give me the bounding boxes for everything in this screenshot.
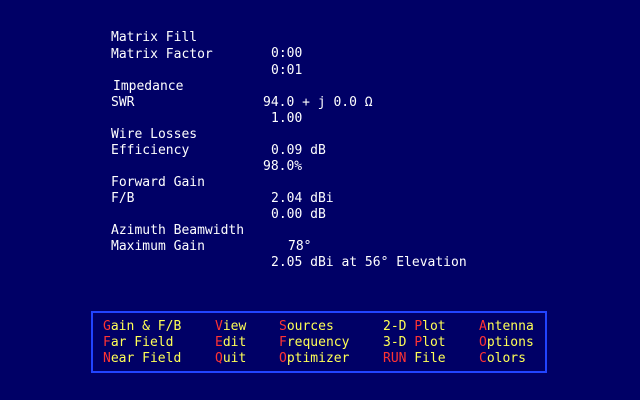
menu-item-run-file[interactable]: RUN File (383, 351, 446, 367)
result-value: 0:01 (271, 63, 303, 78)
menu-item-2d-plot[interactable]: 2-D Plot (383, 319, 446, 335)
hotkey: Q (215, 351, 223, 366)
result-value: 1.00 (271, 111, 303, 126)
menu-item-label: ptions (486, 335, 534, 350)
result-row-front-back: F/B 0.00 dB (0, 175, 326, 222)
menu-item-view[interactable]: View (215, 319, 246, 335)
result-label: Matrix Factor (111, 47, 213, 62)
menu-item-label: requency (286, 335, 350, 350)
menu-item-near-field[interactable]: Near Field (103, 351, 181, 367)
menu-item-edit[interactable]: Edit (215, 335, 246, 351)
hotkey: N (103, 351, 111, 366)
result-label: Maximum Gain (111, 239, 205, 254)
menu-item-label: ptimizer (286, 351, 350, 366)
hotkey: F (103, 335, 111, 350)
hotkey: A (479, 319, 487, 334)
result-row-matrix-factor: Matrix Factor 0:01 (0, 31, 302, 78)
result-label: Wire Losses (111, 127, 198, 142)
menu-item-label: dit (222, 335, 247, 350)
result-row-efficiency: Efficiency 98.0% (0, 127, 302, 174)
menu-item-label: iew (222, 319, 247, 334)
result-row-maximum-gain: Maximum Gain 2.05 dBi at 56° Elevation (0, 223, 467, 270)
hotkey: V (215, 319, 223, 334)
menu-item-sources[interactable]: Sources (279, 319, 334, 335)
menu-item-label: uit (222, 351, 247, 366)
hotkey: O (479, 335, 487, 350)
result-value: 0.00 dB (271, 207, 326, 222)
result-value: 0.09 dB (271, 143, 326, 158)
result-label: Matrix Fill (111, 30, 198, 45)
menu-item-label: olors (486, 351, 526, 366)
menu-item-3d-plot[interactable]: 3-D Plot (383, 335, 446, 351)
menu-item-frequency[interactable]: Frequency (279, 335, 349, 351)
menu-item-label: lot (422, 335, 446, 350)
hotkey: RUN (383, 351, 407, 366)
result-label: Forward Gain (111, 175, 205, 190)
result-label: Impedance (113, 79, 184, 94)
menu-item-label: ources (286, 319, 334, 334)
hotkey: S (279, 319, 287, 334)
hotkey: P (414, 335, 423, 350)
result-value: 2.05 dBi at 56° Elevation (271, 255, 467, 270)
hotkey: G (103, 319, 111, 334)
result-row-wire-losses: Wire Losses 0.09 dB (0, 111, 326, 158)
menu-item-optimizer[interactable]: Optimizer (279, 351, 349, 367)
menu-item-antenna[interactable]: Antenna (479, 319, 534, 335)
result-value: 78° (288, 239, 312, 254)
menu-item-quit[interactable]: Quit (215, 351, 246, 367)
menu-item-prefix: 3-D (383, 335, 415, 350)
result-row-swr: SWR 1.00 (0, 79, 302, 126)
result-label: SWR (111, 95, 135, 110)
menu-item-label: ear Field (110, 351, 182, 366)
result-row-impedance: Impedance 94.0 + j 0.0 Ω (0, 63, 373, 110)
result-row-forward-gain: Forward Gain 2.04 dBi (0, 159, 334, 206)
hotkey: F (279, 335, 287, 350)
result-value: 94.0 + j 0.0 Ω (263, 95, 373, 110)
menu-item-label: lot (422, 319, 446, 334)
menu-item-label: ar Field (110, 335, 174, 350)
menu-item-gain-fb[interactable]: Gain & F/B (103, 319, 181, 335)
result-value: 2.04 dBi (271, 191, 334, 206)
menu-item-label: ntenna (486, 319, 534, 334)
result-value: 98.0% (263, 159, 303, 174)
result-row-azimuth-beamwidth: Azimuth Beamwidth 78° (0, 207, 311, 254)
hotkey: O (279, 351, 287, 366)
menu-item-prefix: 2-D (383, 319, 415, 334)
menu-item-label: File (406, 351, 446, 366)
result-label: F/B (111, 191, 135, 206)
hotkey: E (215, 335, 223, 350)
menu-item-colors[interactable]: Colors (479, 351, 526, 367)
result-row-matrix-fill: Matrix Fill 0:00 (0, 14, 302, 61)
menu-item-far-field[interactable]: Far Field (103, 335, 173, 351)
result-label: Azimuth Beamwidth (111, 223, 245, 238)
menu-item-options[interactable]: Options (479, 335, 534, 351)
hotkey: P (414, 319, 423, 334)
result-label: Efficiency (111, 143, 190, 158)
result-value: 0:00 (271, 46, 303, 61)
hotkey: C (479, 351, 487, 366)
menu-item-label: ain & F/B (110, 319, 182, 334)
